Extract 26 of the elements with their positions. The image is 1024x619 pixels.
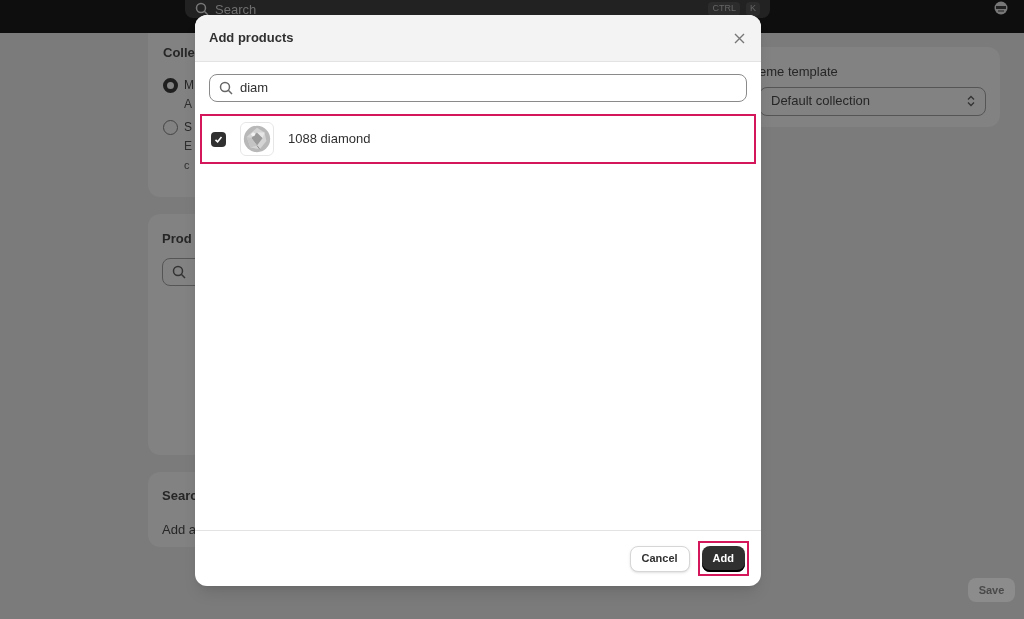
search-icon — [219, 81, 233, 95]
card-text: Add a — [162, 520, 197, 539]
chevron-updown-icon — [967, 95, 975, 107]
card-title: Prod — [162, 230, 193, 248]
close-icon[interactable] — [734, 32, 745, 44]
add-button[interactable]: Add — [701, 545, 745, 572]
check-icon — [214, 134, 223, 144]
search-icon — [172, 264, 186, 279]
dialog-title: Add products — [209, 29, 295, 48]
option-description: E — [184, 138, 192, 154]
cancel-button[interactable]: Cancel — [629, 545, 690, 572]
option-description: A — [184, 96, 192, 112]
option-label: S — [184, 119, 192, 135]
search-value: diam — [240, 79, 269, 98]
search-field[interactable]: diam — [209, 74, 747, 102]
option-label: M — [184, 77, 194, 93]
card-title: Colle — [163, 44, 196, 62]
mask-icon[interactable] — [994, 1, 1008, 15]
radio-button[interactable] — [163, 77, 178, 93]
option-description: c — [184, 157, 190, 173]
checkbox[interactable] — [211, 131, 226, 147]
radio-button[interactable] — [163, 119, 178, 135]
search-icon — [195, 2, 209, 16]
card-title: Searc — [162, 487, 199, 505]
list-item[interactable]: 1088 diamond — [200, 114, 756, 164]
search-placeholder: Search — [215, 2, 258, 16]
